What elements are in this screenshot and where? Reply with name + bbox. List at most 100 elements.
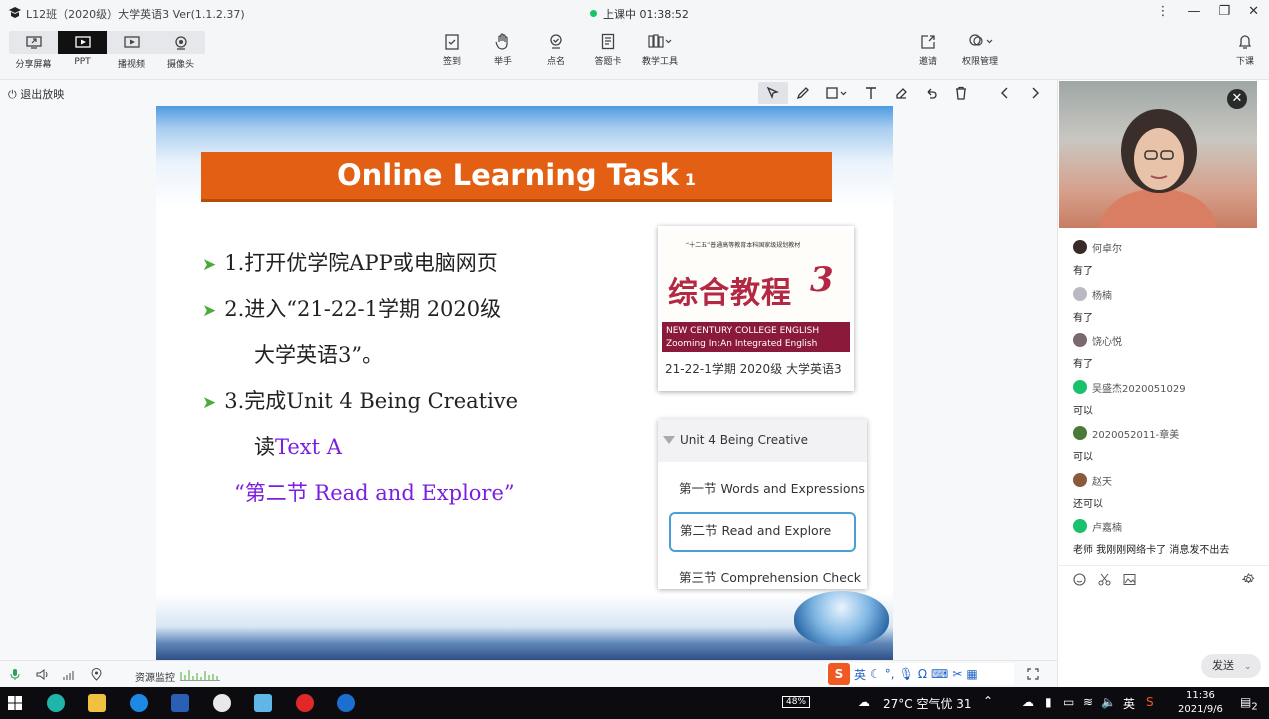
live-status: 上课中 01:38:52 <box>590 6 689 22</box>
edge-browser-icon[interactable] <box>47 694 65 712</box>
image-icon[interactable] <box>1123 573 1136 586</box>
undo-tool[interactable] <box>916 82 946 104</box>
system-clock[interactable]: 11:36 2021/9/6 <box>1178 689 1223 717</box>
sogou-ime-icon[interactable]: S <box>828 663 850 685</box>
mode-video[interactable] <box>107 31 156 54</box>
permission-button[interactable]: 权限管理 <box>955 33 1005 67</box>
book-cover-image: “十二五”普通高等教育本科国家级规划教材 综合教程 3 NEW CENTURY … <box>662 230 850 352</box>
camera-icon <box>174 35 187 50</box>
end-class-icon <box>1238 35 1252 49</box>
rollcall-button[interactable]: 点名 <box>531 33 581 67</box>
chevron-up-icon[interactable]: ⌃ <box>983 694 993 708</box>
more-menu-button[interactable]: ⋮ <box>1156 4 1169 19</box>
book-card: “十二五”普通高等教育本科国家级规划教材 综合教程 3 NEW CENTURY … <box>658 226 854 391</box>
avatar <box>1073 426 1087 440</box>
wechat-avatar-icon <box>1073 519 1087 533</box>
meeting-app-icon[interactable] <box>337 694 355 712</box>
book-caption: 21-22-1学期 2020级 大学英语3 <box>665 362 842 376</box>
maximize-button[interactable]: ❐ <box>1218 4 1230 19</box>
netease-music-icon[interactable] <box>296 694 314 712</box>
volume-icon[interactable]: 🔈 <box>1101 695 1116 709</box>
location-pin-icon[interactable] <box>91 668 102 681</box>
mode-share-screen[interactable] <box>9 31 58 54</box>
mode-ppt[interactable] <box>58 31 107 54</box>
slide-banner: Online Learning Task 1 <box>201 152 832 202</box>
chat-message: 何卓尔 有了 <box>1073 240 1257 287</box>
raise-hand-button[interactable]: 举手 <box>478 33 528 67</box>
bullet-3-cont: 读Text A <box>254 435 342 459</box>
exit-slideshow-button[interactable]: ⏻ 退出放映 <box>8 86 64 102</box>
fullscreen-icon[interactable] <box>1027 668 1039 680</box>
sogou-tray-icon[interactable]: S <box>1146 695 1154 709</box>
speaker-icon[interactable] <box>36 668 49 681</box>
trash-icon <box>956 86 966 100</box>
eraser-tool[interactable] <box>886 82 916 104</box>
microphone-icon[interactable] <box>10 668 20 681</box>
file-explorer-icon[interactable] <box>88 694 106 712</box>
mode-label-video: 播视频 <box>117 60 145 70</box>
mode-camera[interactable] <box>156 31 205 54</box>
omega-icon[interactable]: Ω <box>918 667 927 681</box>
battery-indicator[interactable]: 48% <box>782 696 811 708</box>
pen-tool[interactable] <box>788 82 818 104</box>
weather-text[interactable]: 27°C 空气优 31 <box>883 695 972 712</box>
arrow-bullet-icon: ➤ <box>202 301 217 321</box>
bullet-4: “第二节 Read and Explore” <box>234 481 515 505</box>
shape-tool[interactable] <box>818 82 856 104</box>
chat-message: 吴盛杰2020051029 可以 <box>1073 379 1257 427</box>
mic-tray-icon[interactable]: ▮ <box>1045 695 1052 709</box>
emoji-icon[interactable] <box>1073 573 1086 586</box>
avatar <box>1073 333 1087 347</box>
send-button[interactable]: 发送 ⌄ <box>1201 654 1261 678</box>
resource-monitor-label[interactable]: 资源监控 <box>135 669 175 684</box>
wifi-icon[interactable]: ≋ <box>1083 695 1093 709</box>
cursor-icon <box>766 86 779 99</box>
close-video-button[interactable]: ✕ <box>1227 89 1247 109</box>
arrow-bullet-icon: ➤ <box>202 255 217 275</box>
teacher-video: ✕ <box>1059 81 1257 228</box>
settings-gear-icon[interactable] <box>1242 573 1255 586</box>
battery-tray-icon[interactable]: ▭ <box>1063 695 1074 709</box>
word-icon[interactable] <box>171 694 189 712</box>
end-class-button[interactable]: 下课 <box>1220 33 1269 67</box>
windows-taskbar: 48% ☁ 27°C 空气优 31 ⌃ ☁ ▮ ▭ ≋ 🔈 英 S 11:36 2… <box>0 687 1269 719</box>
keyboard-icon[interactable]: ⌨ <box>931 667 948 681</box>
voice-input-icon[interactable]: 🎙 <box>899 667 914 681</box>
bullet-2: ➤ 2.进入“21-22-1学期 2020级 <box>202 297 502 321</box>
notification-icon[interactable]: ▤2 <box>1240 695 1258 712</box>
permission-icon <box>969 34 993 46</box>
checkin-button[interactable]: 签到 <box>427 33 477 67</box>
punctuation-icon[interactable]: °, <box>885 667 895 681</box>
unit-section-1: 第一节 Words and Expressions <box>679 481 865 496</box>
windows-start-icon[interactable] <box>8 696 22 710</box>
text-tool[interactable] <box>856 82 886 104</box>
answer-card-button[interactable]: 答题卡 <box>583 33 633 67</box>
prev-slide-button[interactable] <box>990 82 1020 104</box>
mode-switcher <box>9 31 205 54</box>
teaching-tools-button[interactable]: 教学工具 <box>635 33 685 67</box>
store-icon[interactable] <box>254 694 272 712</box>
unit-header: Unit 4 Being Creative <box>658 419 867 462</box>
delete-tool[interactable] <box>946 82 976 104</box>
class-app-icon[interactable] <box>213 694 231 712</box>
minimize-button[interactable]: — <box>1187 4 1200 19</box>
scissors-icon[interactable] <box>1098 573 1111 586</box>
chevron-down-icon[interactable]: ⌄ <box>1244 662 1252 672</box>
scissors-icon[interactable]: ✂ <box>952 667 962 681</box>
close-window-button[interactable]: ✕ <box>1248 4 1259 19</box>
ie-browser-icon[interactable] <box>130 694 148 712</box>
onedrive-icon[interactable]: ☁ <box>1022 695 1034 709</box>
text-icon <box>866 87 876 99</box>
ime-toolbar: S 英 ☾ °, 🎙 Ω ⌨ ✂ ▦ <box>826 663 1014 685</box>
drawing-tools <box>758 82 1050 104</box>
invite-button[interactable]: 邀请 <box>903 33 953 67</box>
ppt-play-icon <box>74 36 91 48</box>
ime-language-indicator[interactable]: 英 <box>1123 695 1135 712</box>
chat-message: 饶心悦 有了 <box>1073 333 1257 380</box>
grid-menu-icon[interactable]: ▦ <box>966 667 977 681</box>
ime-lang-toggle[interactable]: 英 <box>854 666 866 683</box>
pointer-tool[interactable] <box>758 82 788 104</box>
moon-icon[interactable]: ☾ <box>870 667 881 681</box>
invite-icon <box>921 35 935 49</box>
next-slide-button[interactable] <box>1020 82 1050 104</box>
